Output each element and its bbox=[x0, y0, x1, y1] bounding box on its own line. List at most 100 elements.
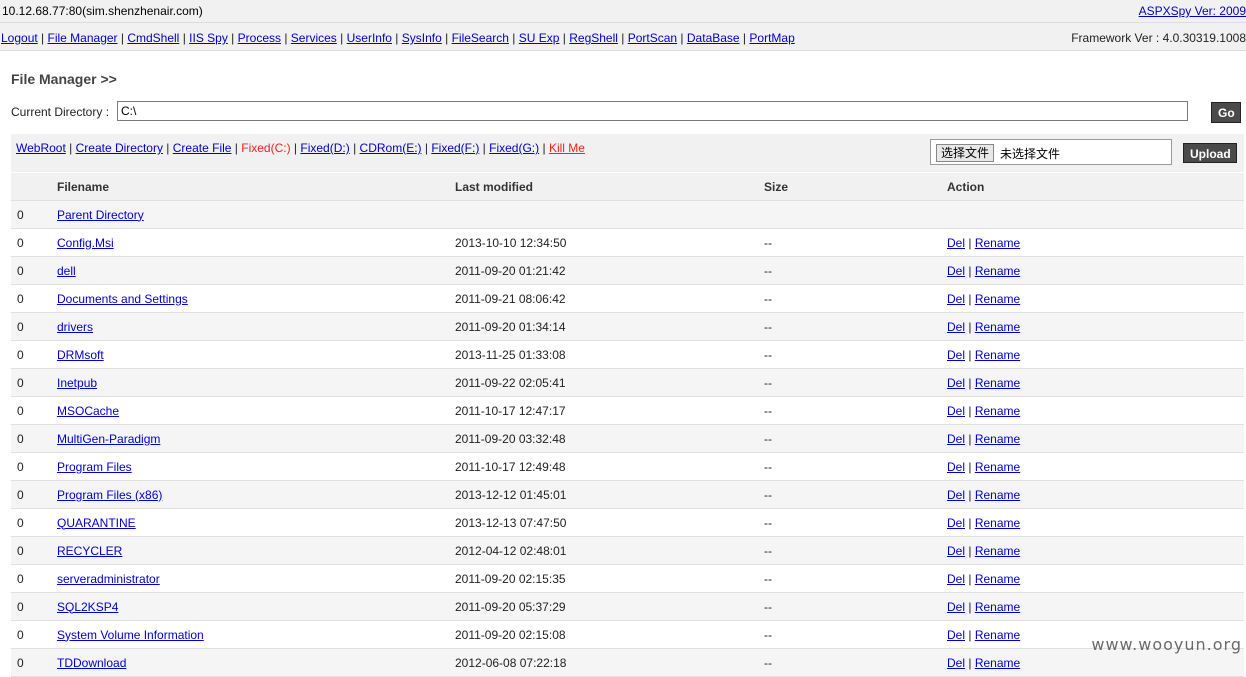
folder-link[interactable]: RECYCLER bbox=[57, 544, 122, 558]
rename-link[interactable]: Rename bbox=[975, 628, 1020, 642]
choose-file-button[interactable]: 选择文件 bbox=[936, 144, 995, 162]
drive-f-link[interactable]: Fixed(F:) bbox=[431, 141, 479, 155]
size-cell: -- bbox=[764, 452, 947, 481]
folder-link[interactable]: Program Files (x86) bbox=[57, 488, 162, 502]
action-separator: | bbox=[965, 487, 975, 502]
nav-link-file-manager[interactable]: File Manager bbox=[48, 31, 118, 45]
action-separator: | bbox=[965, 291, 975, 306]
nav-link-filesearch[interactable]: FileSearch bbox=[452, 31, 509, 45]
nav-link-portscan[interactable]: PortScan bbox=[628, 31, 677, 45]
size-cell: -- bbox=[764, 536, 947, 565]
modified-cell: 2011-09-21 08:06:42 bbox=[455, 284, 764, 313]
table-row: 0 SQL2KSP4 2011-09-20 05:37:29 -- Del | Rena… bbox=[11, 592, 1244, 621]
nav-link-database[interactable]: DataBase bbox=[687, 31, 740, 45]
folder-link[interactable]: Documents and Settings bbox=[57, 292, 188, 306]
rename-link[interactable]: Rename bbox=[975, 432, 1020, 446]
delete-link[interactable]: Del bbox=[947, 516, 965, 530]
rename-link[interactable]: Rename bbox=[975, 320, 1020, 334]
folder-link[interactable]: QUARANTINE bbox=[57, 516, 136, 530]
rename-link[interactable]: Rename bbox=[975, 292, 1020, 306]
rename-link[interactable]: Rename bbox=[975, 236, 1020, 250]
nav-link-services[interactable]: Services bbox=[291, 31, 337, 45]
nav-link-su-exp[interactable]: SU Exp bbox=[519, 31, 560, 45]
delete-link[interactable]: Del bbox=[947, 628, 965, 642]
delete-link[interactable]: Del bbox=[947, 292, 965, 306]
current-directory-input[interactable] bbox=[117, 101, 1188, 121]
folder-link[interactable]: TDDownload bbox=[57, 656, 126, 670]
rename-link[interactable]: Rename bbox=[975, 460, 1020, 474]
row-index: 0 bbox=[11, 480, 57, 509]
delete-link[interactable]: Del bbox=[947, 600, 965, 614]
delete-link[interactable]: Del bbox=[947, 460, 965, 474]
row-index: 0 bbox=[11, 620, 57, 649]
main-nav: Logout | File Manager | CmdShell | IIS S… bbox=[0, 23, 1246, 51]
folder-link[interactable]: Program Files bbox=[57, 460, 132, 474]
delete-link[interactable]: Del bbox=[947, 236, 965, 250]
size-cell bbox=[764, 200, 947, 229]
rename-link[interactable]: Rename bbox=[975, 572, 1020, 586]
delete-link[interactable]: Del bbox=[947, 376, 965, 390]
table-row: 0 Inetpub 2011-09-22 02:05:41 -- Del | Renam… bbox=[11, 368, 1244, 397]
nav-link-sysinfo[interactable]: SysInfo bbox=[402, 31, 442, 45]
server-host-label: 10.12.68.77:80(sim.shenzhenair.com) bbox=[2, 4, 203, 18]
rename-link[interactable]: Rename bbox=[975, 348, 1020, 362]
webroot-link[interactable]: WebRoot bbox=[16, 141, 66, 155]
nav-link-portmap[interactable]: PortMap bbox=[749, 31, 794, 45]
delete-link[interactable]: Del bbox=[947, 404, 965, 418]
row-index: 0 bbox=[11, 312, 57, 341]
rename-link[interactable]: Rename bbox=[975, 516, 1020, 530]
action-separator: | bbox=[965, 319, 975, 334]
table-row: 0 Program Files (x86) 2013-12-12 01:45:01-… bbox=[11, 480, 1244, 509]
drive-g-link[interactable]: Fixed(G:) bbox=[489, 141, 539, 155]
delete-link[interactable]: Del bbox=[947, 432, 965, 446]
folder-link[interactable]: drivers bbox=[57, 320, 93, 334]
modified-cell bbox=[455, 200, 764, 229]
rename-link[interactable]: Rename bbox=[975, 600, 1020, 614]
rename-link[interactable]: Rename bbox=[975, 544, 1020, 558]
folder-link[interactable]: MSOCache bbox=[57, 404, 119, 418]
nav-link-userinfo[interactable]: UserInfo bbox=[347, 31, 392, 45]
create-file-link[interactable]: Create File bbox=[173, 141, 232, 155]
modified-cell: 2011-09-20 01:34:14 bbox=[455, 312, 764, 341]
folder-link[interactable]: Inetpub bbox=[57, 376, 97, 390]
folder-link[interactable]: Config.Msi bbox=[57, 236, 114, 250]
modified-cell: 2011-10-17 12:47:17 bbox=[455, 396, 764, 425]
rename-link[interactable]: Rename bbox=[975, 404, 1020, 418]
folder-link[interactable]: System Volume Information bbox=[57, 628, 204, 642]
folder-link[interactable]: serveradministrator bbox=[57, 572, 160, 586]
nav-link-cmdshell[interactable]: CmdShell bbox=[127, 31, 179, 45]
upload-button[interactable]: Upload bbox=[1183, 143, 1237, 163]
drive-e-link[interactable]: CDRom(E:) bbox=[360, 141, 422, 155]
nav-link-logout[interactable]: Logout bbox=[1, 31, 38, 45]
folder-link[interactable]: DRMsoft bbox=[57, 348, 104, 362]
folder-link[interactable]: MultiGen-Paradigm bbox=[57, 432, 160, 446]
rename-link[interactable]: Rename bbox=[975, 656, 1020, 670]
rename-link[interactable]: Rename bbox=[975, 488, 1020, 502]
action-separator: | bbox=[965, 375, 975, 390]
table-row: 0 dell 2011-09-20 01:21:42 -- Del | Rename bbox=[11, 256, 1244, 285]
folder-link[interactable]: Parent Directory bbox=[57, 208, 144, 222]
folder-link[interactable]: SQL2KSP4 bbox=[57, 600, 118, 614]
delete-link[interactable]: Del bbox=[947, 572, 965, 586]
delete-link[interactable]: Del bbox=[947, 348, 965, 362]
go-button[interactable]: Go bbox=[1211, 102, 1241, 123]
delete-link[interactable]: Del bbox=[947, 320, 965, 334]
nav-link-process[interactable]: Process bbox=[238, 31, 281, 45]
rename-link[interactable]: Rename bbox=[975, 376, 1020, 390]
table-row: 0 RECYCLER 2012-04-12 02:48:01 -- Del | Rena… bbox=[11, 536, 1244, 565]
kill-me-link[interactable]: Kill Me bbox=[549, 141, 585, 155]
page-title: File Manager >> bbox=[11, 71, 117, 87]
folder-link[interactable]: dell bbox=[57, 264, 76, 278]
create-directory-link[interactable]: Create Directory bbox=[76, 141, 163, 155]
version-link[interactable]: ASPXSpy Ver: 2009 bbox=[1139, 4, 1246, 18]
delete-link[interactable]: Del bbox=[947, 544, 965, 558]
nav-link-regshell[interactable]: RegShell bbox=[569, 31, 618, 45]
drive-d-link[interactable]: Fixed(D:) bbox=[300, 141, 349, 155]
file-upload-field[interactable]: 选择文件 未选择文件 bbox=[930, 139, 1172, 165]
delete-link[interactable]: Del bbox=[947, 488, 965, 502]
rename-link[interactable]: Rename bbox=[975, 264, 1020, 278]
delete-link[interactable]: Del bbox=[947, 264, 965, 278]
nav-link-iis-spy[interactable]: IIS Spy bbox=[189, 31, 228, 45]
delete-link[interactable]: Del bbox=[947, 656, 965, 670]
filename-cell: Documents and Settings bbox=[57, 284, 455, 313]
